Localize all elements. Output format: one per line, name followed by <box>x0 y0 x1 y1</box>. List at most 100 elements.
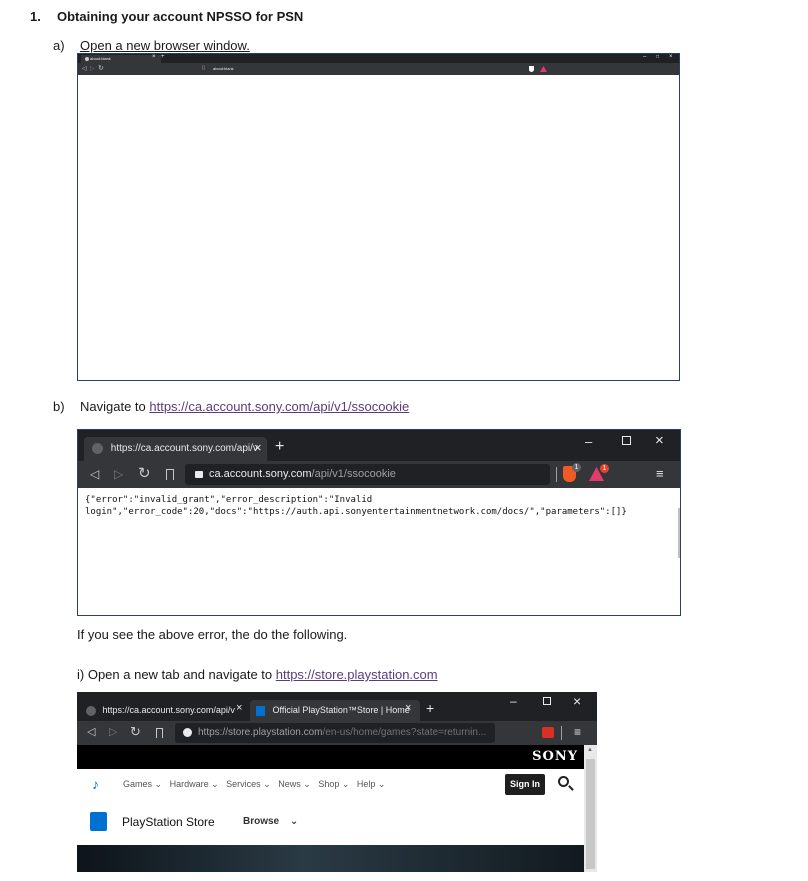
tab-bar: https://ca.account.sony.com/api/v × Offi… <box>77 692 597 721</box>
toolbar: ◁ ▷ ↻ https://store.playstation.com/en-u… <box>77 721 597 745</box>
separator <box>556 467 557 482</box>
url-text: about:blank <box>213 66 234 71</box>
brave-shield-icon[interactable] <box>529 66 534 72</box>
browser-screenshot-b: https://ca.account.sony.com/api/v × + – … <box>77 429 681 616</box>
sony-bar: SONY <box>77 745 584 769</box>
ssocookie-link[interactable]: https://ca.account.sony.com/api/v1/ssoco… <box>149 399 409 414</box>
step-i-prefix: i) Open a new tab and navigate to <box>77 667 276 682</box>
nav-hardware[interactable]: Hardware ⌄ <box>170 779 219 789</box>
back-icon[interactable]: ◁ <box>90 468 99 480</box>
bookmark-icon[interactable]: ▯ <box>202 66 205 71</box>
reload-icon[interactable]: ↻ <box>130 725 141 738</box>
close-tab2-icon[interactable]: × <box>405 703 411 714</box>
toolbar: ◁ ▷ ↻ ca.account.sony.com/api/v1/ssocook… <box>78 461 680 488</box>
close-window-icon[interactable]: × <box>655 433 664 448</box>
site-info-icon <box>183 727 192 737</box>
page-scrollbar[interactable]: ▲ <box>584 745 597 872</box>
main-nav: Games ⌄ Hardware ⌄ Services ⌄ News ⌄ Sho… <box>123 779 385 790</box>
playstation-store-page: SONY ♪ Games ⌄ Hardware ⌄ Services ⌄ New… <box>77 745 584 872</box>
playstation-store-link[interactable]: https://store.playstation.com <box>276 667 438 682</box>
browser-screenshot-c: https://ca.account.sony.com/api/v × Offi… <box>77 692 597 872</box>
url-path: /api/v1/ssocookie <box>311 468 396 480</box>
nav-shop[interactable]: Shop ⌄ <box>318 779 349 789</box>
bookmark-icon[interactable] <box>166 469 174 480</box>
playstation-logo-icon[interactable]: ♪ <box>92 777 110 791</box>
url-path: /en-us/home/games?state=returnin... <box>322 727 487 738</box>
extension-icon[interactable] <box>542 727 554 738</box>
search-icon-handle <box>568 785 574 791</box>
address-bar[interactable]: ca.account.sony.com/api/v1/ssocookie <box>185 464 550 485</box>
toolbar: ◁ ▷ ↻ ▯ about:blank <box>78 63 679 75</box>
new-tab-icon[interactable]: + <box>275 439 284 455</box>
hero-banner <box>77 845 584 872</box>
close-tab-icon[interactable]: × <box>152 54 156 60</box>
new-tab-icon[interactable]: + <box>426 701 434 715</box>
step-a-text: Open a new browser window. <box>80 38 250 53</box>
back-icon[interactable]: ◁ <box>87 727 95 738</box>
close-window-icon[interactable]: × <box>669 54 673 60</box>
address-bar[interactable]: https://store.playstation.com/en-us/home… <box>175 723 495 743</box>
forward-icon[interactable]: ▷ <box>90 66 95 72</box>
brave-badge: 1 <box>572 463 581 472</box>
close-tab-icon[interactable]: × <box>254 441 262 454</box>
maximize-icon[interactable] <box>622 436 631 445</box>
response-line-1: {"error":"invalid_grant","error_descript… <box>85 495 373 505</box>
reload-icon[interactable]: ↻ <box>98 65 104 72</box>
sign-in-button[interactable]: Sign In <box>505 774 545 795</box>
json-response-page: {"error":"invalid_grant","error_descript… <box>78 488 680 615</box>
scroll-up-icon[interactable]: ▲ <box>587 747 593 753</box>
maximize-icon[interactable]: □ <box>656 55 659 60</box>
ps-store-favicon-icon <box>256 705 265 716</box>
nav-services[interactable]: Services ⌄ <box>226 779 271 789</box>
close-tab1-icon[interactable]: × <box>236 703 242 714</box>
tab-ssocookie[interactable]: https://ca.account.sony.com/api/v <box>80 700 248 721</box>
search-icon[interactable] <box>558 776 569 787</box>
minimize-icon[interactable]: – <box>643 54 646 60</box>
bookmark-icon[interactable] <box>156 728 163 738</box>
tab1-title: https://ca.account.sony.com/api/v <box>102 705 235 715</box>
globe-icon <box>92 442 103 454</box>
close-window-icon[interactable]: × <box>573 694 581 708</box>
rewards-badge: 1 <box>600 464 609 473</box>
url-host: ca.account.sony.com <box>209 468 312 480</box>
address-bar[interactable]: about:blank <box>210 65 520 73</box>
reload-icon[interactable]: ↻ <box>138 466 151 481</box>
tab-title: about:blank <box>90 56 111 61</box>
separator <box>561 726 562 740</box>
tab-playstation-store[interactable]: Official PlayStation™Store | Home <box>250 700 420 721</box>
forward-icon[interactable]: ▷ <box>114 468 123 480</box>
globe-icon <box>86 705 96 716</box>
globe-icon <box>85 56 89 61</box>
chevron-down-icon: ⌄ <box>289 816 299 827</box>
step-a-marker: a) <box>53 38 65 53</box>
playstation-store-icon[interactable] <box>90 812 107 831</box>
back-icon[interactable]: ◁ <box>82 66 87 72</box>
browse-menu[interactable]: Browse ⌄ <box>243 816 298 827</box>
url-host: https://store.playstation.com <box>198 727 323 738</box>
tab-about-blank[interactable]: about:blank <box>81 55 161 63</box>
heading-title: Obtaining your account NPSSO for PSN <box>57 9 304 24</box>
new-tab-icon[interactable]: + <box>161 54 165 60</box>
scrollbar[interactable] <box>678 508 680 558</box>
tab-ssocookie[interactable]: https://ca.account.sony.com/api/v <box>84 437 267 461</box>
nav-news[interactable]: News ⌄ <box>278 779 311 789</box>
forward-icon[interactable]: ▷ <box>109 727 117 738</box>
sony-logo: SONY <box>532 749 578 764</box>
step-b-marker: b) <box>53 399 65 414</box>
scrollbar-thumb[interactable] <box>586 759 595 869</box>
maximize-icon[interactable] <box>543 697 551 705</box>
json-response: {"error":"invalid_grant","error_descript… <box>85 494 627 518</box>
browse-label: Browse <box>243 816 280 827</box>
rewards-icon[interactable] <box>540 66 547 72</box>
response-line-2: login","error_code":20,"docs":"https://a… <box>85 507 627 517</box>
nav-help[interactable]: Help ⌄ <box>357 779 386 789</box>
minimize-icon[interactable]: – <box>510 695 517 707</box>
menu-icon[interactable]: ≡ <box>656 467 664 480</box>
nav-games[interactable]: Games ⌄ <box>123 779 162 789</box>
tab-bar: https://ca.account.sony.com/api/v × + – … <box>78 430 680 461</box>
blank-page <box>78 75 679 380</box>
step-b-prefix: Navigate to <box>80 399 150 414</box>
note-text: If you see the above error, the do the f… <box>77 627 348 642</box>
minimize-icon[interactable]: – <box>585 435 592 448</box>
menu-icon[interactable]: ≡ <box>574 726 581 738</box>
